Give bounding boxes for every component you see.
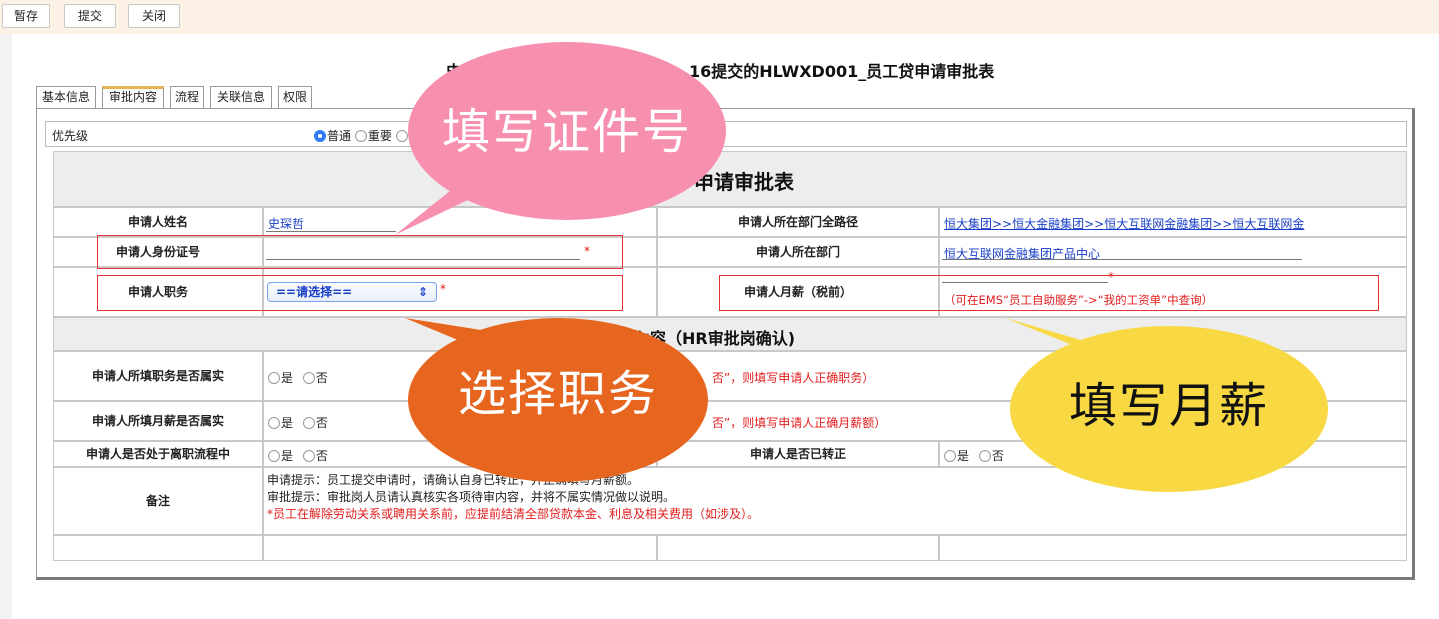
id-callout-text: 填写证件号 <box>441 104 692 160</box>
job-callout: 选择职务 <box>408 318 708 482</box>
salary-callout: 填写月薪 <box>1010 326 1328 492</box>
callout-tails <box>395 175 1150 360</box>
job-callout-text: 选择职务 <box>457 366 658 422</box>
salary-callout-text: 填写月薪 <box>1068 378 1269 434</box>
id-callout: 填写证件号 <box>408 42 726 220</box>
